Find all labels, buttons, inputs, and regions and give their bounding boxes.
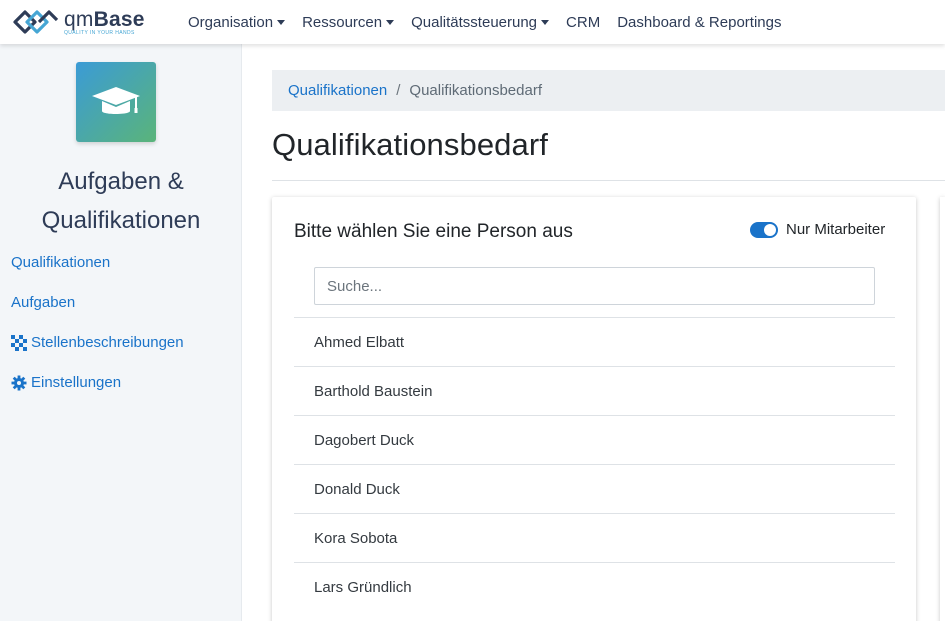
nav-item-qualitaetssteuerung[interactable]: Qualitätssteuerung bbox=[411, 14, 550, 31]
brand-logo[interactable]: qmBase QUALITY IN YOUR HANDS bbox=[12, 5, 145, 39]
list-item[interactable]: Dagobert Duck bbox=[294, 415, 895, 464]
top-navbar: qmBase QUALITY IN YOUR HANDS Organisatio… bbox=[0, 0, 945, 44]
chevron-down-icon bbox=[386, 20, 395, 25]
list-item[interactable]: Barthold Baustein bbox=[294, 366, 895, 415]
sidebar-item-aufgaben[interactable]: Aufgaben bbox=[11, 294, 75, 311]
toggle-knob bbox=[764, 223, 776, 236]
chevron-down-icon bbox=[541, 20, 550, 25]
brand-name: qmBase bbox=[64, 7, 145, 31]
list-item[interactable]: Donald Duck bbox=[294, 464, 895, 513]
toggle-switch[interactable] bbox=[750, 221, 778, 238]
nav-item-ressourcen[interactable]: Ressourcen bbox=[302, 14, 395, 31]
chevron-down-icon bbox=[277, 20, 286, 25]
list-item[interactable]: Kora Sobota bbox=[294, 513, 895, 562]
person-select-card: Bitte wählen Sie eine Person aus Nur Mit… bbox=[272, 197, 916, 621]
person-list: Ahmed Elbatt Barthold Baustein Dagobert … bbox=[294, 317, 895, 611]
nav-item-dashboard-reportings[interactable]: Dashboard & Reportings bbox=[617, 14, 781, 31]
qmbase-logo-icon bbox=[13, 10, 59, 34]
sidebar-item-stellenbeschreibungen[interactable]: Stellenbeschreibungen bbox=[11, 334, 184, 351]
page-title: Qualifikationsbedarf bbox=[272, 127, 548, 162]
toggle-label: Nur Mitarbeiter bbox=[786, 221, 886, 238]
adjacent-card-edge bbox=[940, 197, 945, 621]
sidebar-item-qualifikationen[interactable]: Qualifikationen bbox=[11, 254, 110, 271]
module-tile bbox=[76, 62, 156, 142]
sidebar-item-einstellungen[interactable]: Einstellungen bbox=[11, 374, 121, 391]
brand-tagline: QUALITY IN YOUR HANDS bbox=[64, 29, 135, 36]
gear-icon bbox=[11, 375, 27, 391]
list-item[interactable]: Lars Gründlich bbox=[294, 562, 895, 611]
main-nav: Organisation Ressourcen Qualitätssteueru… bbox=[188, 0, 798, 44]
checker-icon bbox=[11, 334, 27, 351]
graduation-cap-icon bbox=[92, 87, 140, 114]
sidebar: Aufgaben & Qualifikationen Qualifikation… bbox=[0, 44, 242, 621]
list-item[interactable]: Ahmed Elbatt bbox=[294, 317, 895, 366]
breadcrumb: Qualifikationen / Qualifikationsbedarf bbox=[272, 70, 945, 111]
breadcrumb-separator: / bbox=[396, 82, 401, 99]
breadcrumb-current: Qualifikationsbedarf bbox=[409, 82, 542, 99]
breadcrumb-link-qualifikationen[interactable]: Qualifikationen bbox=[288, 82, 387, 99]
card-title: Bitte wählen Sie eine Person aus bbox=[294, 221, 573, 242]
module-title: Aufgaben & Qualifikationen bbox=[41, 168, 201, 234]
title-divider bbox=[272, 180, 945, 181]
nav-item-crm[interactable]: CRM bbox=[566, 14, 600, 31]
nur-mitarbeiter-toggle[interactable]: Nur Mitarbeiter bbox=[750, 221, 885, 238]
nav-item-organisation[interactable]: Organisation bbox=[188, 14, 286, 31]
search-input[interactable] bbox=[314, 267, 875, 305]
